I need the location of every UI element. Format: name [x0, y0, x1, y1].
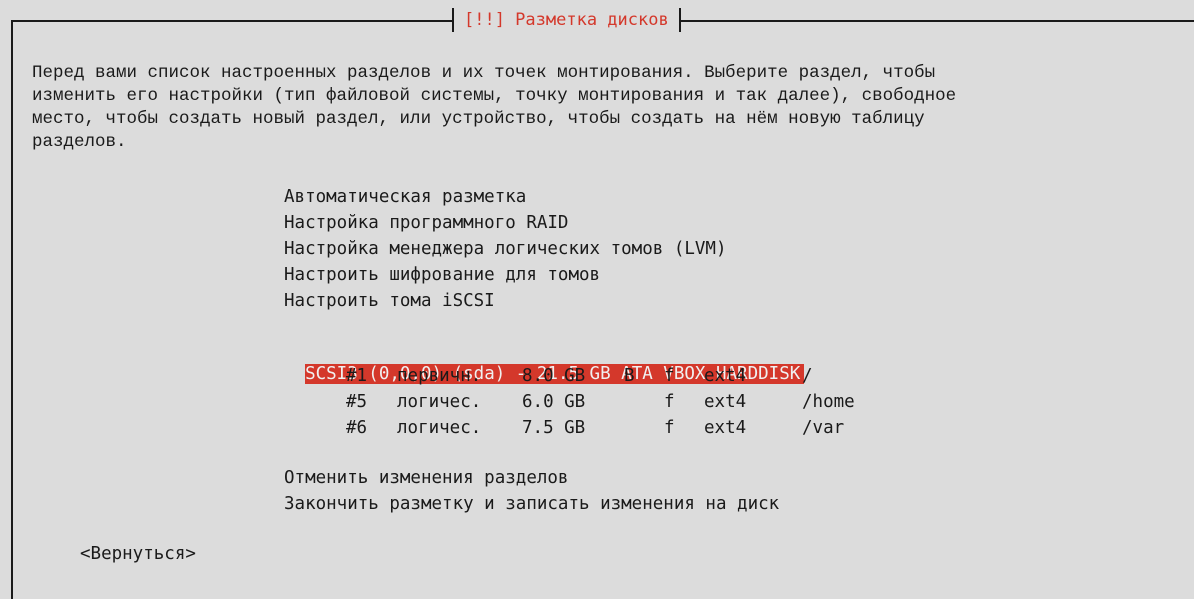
partition-format-flag: f — [664, 418, 675, 438]
partition-type: первичн. — [397, 366, 482, 386]
menu-item-finish-partitioning[interactable]: Закончить разметку и записать изменения … — [284, 493, 779, 516]
partition-number: #5 — [346, 392, 368, 412]
partition-number: #1 — [346, 366, 368, 386]
partition-filesystem: ext4 — [704, 418, 747, 438]
partition-filesystem: ext4 — [704, 366, 747, 386]
partition-format-flag: f — [664, 366, 675, 386]
partition-number: #6 — [346, 418, 368, 438]
menu-item-encryption[interactable]: Настроить шифрование для томов — [284, 264, 600, 287]
menu-item-auto-partition[interactable]: Автоматическая разметка — [284, 186, 526, 209]
dialog-title: [!!] Разметка дисков — [464, 10, 669, 30]
partition-mountpoint: /var — [802, 418, 845, 438]
menu-item-software-raid[interactable]: Настройка программного RAID — [284, 212, 568, 235]
partition-size: 8.0 GB — [522, 366, 586, 386]
partition-size: 7.5 GB — [522, 418, 586, 438]
partition-type: логичес. — [397, 392, 482, 412]
partition-type: логичес. — [397, 418, 482, 438]
partition-row-6[interactable]: #6 логичес. 7.5 GB f ext4 /var — [284, 417, 884, 440]
menu-item-iscsi[interactable]: Настроить тома iSCSI — [284, 290, 495, 313]
partition-mountpoint: /home — [802, 392, 855, 412]
dialog-title-box: [!!] Разметка дисков — [452, 8, 681, 32]
partition-size: 6.0 GB — [522, 392, 586, 412]
menu-item-lvm[interactable]: Настройка менеджера логических томов (LV… — [284, 238, 727, 261]
partition-row-5[interactable]: #5 логичес. 6.0 GB f ext4 /home — [284, 391, 884, 414]
partition-row-1[interactable]: #1 первичн. 8.0 GB B f ext4 / — [284, 365, 884, 388]
partition-format-flag: f — [664, 392, 675, 412]
partition-mountpoint: / — [802, 366, 813, 386]
dialog-intro-text: Перед вами список настроенных разделов и… — [32, 63, 957, 152]
partition-filesystem: ext4 — [704, 392, 747, 412]
menu-item-undo-changes[interactable]: Отменить изменения разделов — [284, 467, 568, 490]
partition-boot-flag: B — [624, 366, 635, 386]
back-button[interactable]: <Вернуться> — [80, 543, 196, 566]
